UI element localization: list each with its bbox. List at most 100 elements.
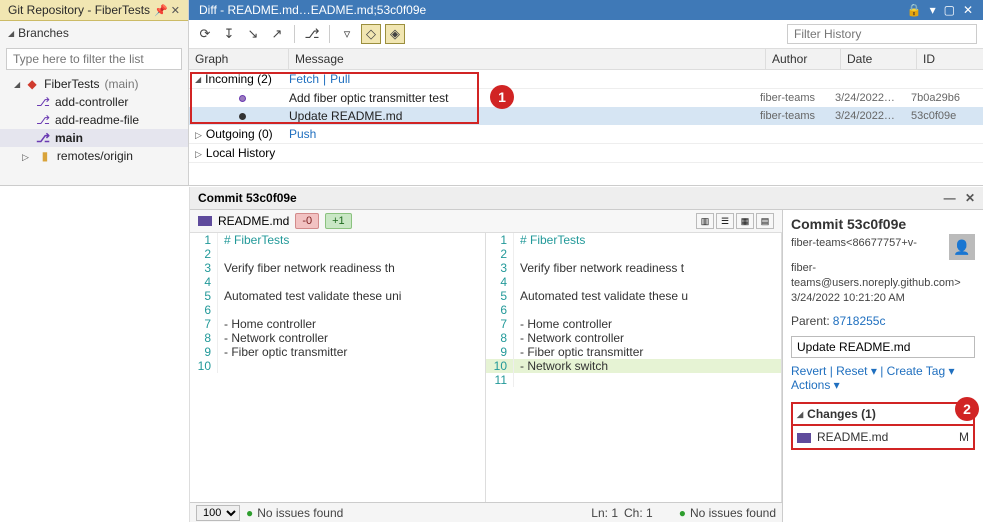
- changed-filename: README.md: [817, 430, 888, 444]
- section-outgoing[interactable]: Outgoing (0) Push: [189, 125, 983, 144]
- title-bar: Diff - README.md…EADME.md;53c0f09e 🔒 ▾ ▢…: [189, 0, 983, 20]
- commit-date: 3/24/2022…: [835, 110, 911, 122]
- history-filter-input[interactable]: [787, 24, 977, 44]
- avatar-icon: 👤: [949, 234, 975, 260]
- modified-badge: M: [959, 430, 969, 444]
- author-email: fiber-teams@users.noreply.github.com>: [791, 261, 975, 291]
- create-tag-link[interactable]: Create Tag ▾: [887, 364, 955, 378]
- branch-main[interactable]: ⎇ main: [0, 129, 188, 147]
- reset-link[interactable]: Reset ▾: [836, 364, 877, 378]
- code-line: 10: [190, 359, 485, 373]
- branch-icon: ⎇: [36, 113, 50, 127]
- commit-panel-header: Commit 53c0f09e — ✕: [190, 187, 983, 210]
- git-icon: ◆: [25, 77, 39, 91]
- repo-node[interactable]: ◆ FiberTests (main): [0, 75, 188, 93]
- commit-message-input[interactable]: [791, 336, 975, 358]
- code-line: 8- Network controller: [486, 331, 781, 345]
- section-local-history[interactable]: Local History: [189, 144, 983, 163]
- col-id[interactable]: ID: [917, 49, 983, 69]
- view3-button[interactable]: ▦: [736, 213, 754, 229]
- diff-filename: README.md: [218, 214, 289, 228]
- branch-label: add-readme-file: [55, 113, 139, 127]
- branch-tool-icon[interactable]: ⎇: [302, 24, 322, 44]
- commit-panel-title: Commit 53c0f09e: [198, 191, 297, 205]
- remotes-label: remotes/origin: [57, 149, 133, 163]
- code-line: 5Automated test validate these u: [486, 289, 781, 303]
- changes-header[interactable]: Changes (1) ⋯: [791, 402, 975, 426]
- inline-button[interactable]: ☰: [716, 213, 734, 229]
- code-line: 2: [486, 247, 781, 261]
- changed-file-row[interactable]: README.md M: [791, 426, 975, 450]
- author-line: fiber-teams<86677757+v-: [791, 236, 975, 251]
- badge-icon[interactable]: ◈: [385, 24, 405, 44]
- branch-label: add-controller: [55, 95, 128, 109]
- panel-tab-git-repo[interactable]: Git Repository - FiberTests 📌 ✕: [0, 0, 188, 21]
- commit-id: 53c0f09e: [911, 110, 977, 122]
- col-author[interactable]: Author: [766, 49, 841, 69]
- issues-status-right: No issues found: [679, 506, 776, 520]
- push-link[interactable]: Push: [289, 127, 316, 141]
- code-line: 11: [486, 373, 781, 387]
- revert-link[interactable]: Revert: [791, 364, 826, 378]
- code-line: 10- Network switch: [486, 359, 781, 373]
- branch-filter-input[interactable]: [6, 48, 182, 70]
- push-icon[interactable]: ↗: [267, 24, 287, 44]
- restore-icon[interactable]: ▾: [930, 3, 936, 17]
- branches-header[interactable]: Branches: [0, 21, 188, 45]
- zoom-select[interactable]: 100 %: [196, 505, 240, 521]
- commit-id: 7b0a29b6: [911, 92, 977, 104]
- char-indicator: Ch: 1: [624, 506, 653, 520]
- commit-datetime: 3/24/2022 10:21:20 AM: [791, 291, 975, 306]
- col-date[interactable]: Date: [841, 49, 917, 69]
- remotes-node[interactable]: ▮ remotes/origin: [0, 147, 188, 165]
- col-graph[interactable]: Graph: [189, 49, 289, 69]
- history-toolbar: ⟳ ↧ ↘ ↗ ⎇ ▿ ◇ ◈: [189, 20, 983, 49]
- callout-badge-2: 2: [955, 397, 979, 421]
- local-history-label: Local History: [195, 146, 289, 160]
- parent-label: Parent:: [791, 314, 830, 328]
- callout-box-1: [190, 72, 479, 124]
- expand-icon: [22, 149, 33, 163]
- code-line: 7- Home controller: [486, 317, 781, 331]
- panel-tab-title: Git Repository - FiberTests: [8, 3, 150, 17]
- folder-icon: ▮: [38, 149, 52, 163]
- view4-button[interactable]: ▤: [756, 213, 774, 229]
- markdown-icon: [797, 433, 811, 443]
- col-message[interactable]: Message: [289, 49, 766, 69]
- minimize-icon[interactable]: —: [944, 191, 956, 205]
- title-text: Diff - README.md…EADME.md;53c0f09e: [199, 3, 426, 17]
- diff-right-panel[interactable]: 1# FiberTests23Verify fiber network read…: [486, 233, 782, 502]
- close-icon[interactable]: ✕: [963, 3, 973, 17]
- callout-badge-1: 1: [490, 85, 514, 109]
- title-controls: 🔒 ▾ ▢ ✕: [907, 3, 973, 17]
- line-indicator: Ln: 1: [591, 506, 618, 520]
- code-line: 3Verify fiber network readiness th: [190, 261, 485, 275]
- show-icon[interactable]: ◇: [361, 24, 381, 44]
- outgoing-label: Outgoing (0): [195, 127, 289, 141]
- parent-link[interactable]: 8718255c: [833, 314, 886, 328]
- repo-current: (main): [105, 77, 139, 91]
- pull-icon[interactable]: ↘: [243, 24, 263, 44]
- diff-status-bar: 100 % No issues found Ln: 1 Ch: 1 No iss…: [190, 502, 782, 522]
- diff-file-tab: README.md -0 +1 ▥ ☰ ▦ ▤: [190, 210, 782, 233]
- actions-link[interactable]: Actions ▾: [791, 378, 840, 392]
- side-by-side-button[interactable]: ▥: [696, 213, 714, 229]
- close-icon[interactable]: ✕: [965, 191, 975, 205]
- markdown-icon: [198, 216, 212, 226]
- lock-icon: 🔒: [907, 3, 922, 17]
- code-line: 9- Fiber optic transmitter: [486, 345, 781, 359]
- code-line: 6: [486, 303, 781, 317]
- branch-add-controller[interactable]: ⎇ add-controller: [0, 93, 188, 111]
- branch-icon: ⎇: [36, 95, 50, 109]
- removed-count: -0: [295, 213, 319, 229]
- code-line: 3Verify fiber network readiness t: [486, 261, 781, 275]
- pin-icon[interactable]: 📌 ✕: [154, 4, 180, 17]
- diff-left-panel[interactable]: 1# FiberTests23Verify fiber network read…: [190, 233, 486, 502]
- maximize-icon[interactable]: ▢: [944, 3, 955, 17]
- fetch-icon[interactable]: ↧: [219, 24, 239, 44]
- refresh-icon[interactable]: ⟳: [195, 24, 215, 44]
- repo-name: FiberTests: [44, 77, 99, 91]
- code-line: 4: [486, 275, 781, 289]
- branch-add-readme[interactable]: ⎇ add-readme-file: [0, 111, 188, 129]
- filter-icon[interactable]: ▿: [337, 24, 357, 44]
